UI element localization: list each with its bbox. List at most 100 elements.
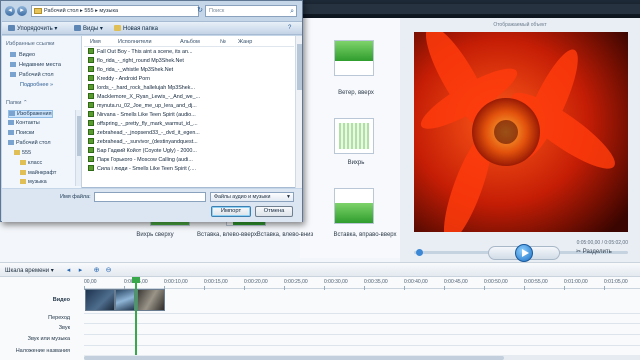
rewind-icon[interactable]: ◂ [64,266,73,275]
help-icon[interactable]: ? [288,25,291,31]
search-icon: ⌕ [290,8,294,15]
tree-item-555[interactable]: 555 [14,150,31,156]
tree-item-minecraft[interactable]: майнкрафт [20,170,56,176]
audio-file-icon [88,48,94,54]
nav-item-recent[interactable]: Недавние места [10,62,61,68]
transition-tile[interactable] [334,188,374,224]
tick-label: 0:00:40,00 [404,279,428,290]
import-file-dialog: ◂ ▸ Рабочий стол ▸ 555 ▸ музыка ↻ Поиск … [0,0,303,222]
folders-header[interactable]: Папки ⌃ [6,100,28,106]
nav-scrollbar[interactable] [75,110,81,186]
nav-item-video[interactable]: Видео [10,52,35,58]
file-row[interactable]: Kreddy - Android Porn [88,75,294,84]
file-row[interactable]: offspring_-_pretty_fly_mark_warmut_id_..… [88,120,294,129]
file-row[interactable]: flo_rida_-_right_round Mp3Shek.Net [88,57,294,66]
audio-file-icon [88,156,94,162]
tree-item-searches[interactable]: Поиски [8,130,34,136]
timeline-scrollbar[interactable] [84,355,640,360]
transition-label: Ветер, вверх [338,90,374,96]
video-clip[interactable] [115,289,135,311]
play-icon[interactable]: ▸ [76,266,85,275]
address-bar[interactable]: Рабочий стол ▸ 555 ▸ музыка [31,5,199,17]
transition-tile[interactable] [334,118,374,154]
search-placeholder: Поиск [209,8,225,14]
column-headers: Имя Исполнители Альбом № Жанр [84,38,294,47]
audio-file-icon [88,120,94,126]
file-row[interactable]: mynuta.ru_02_Joe_me_up_lera_and_dj... [88,102,294,111]
video-clip[interactable] [137,289,165,311]
new-folder-icon [114,25,121,31]
forward-arrow-icon[interactable]: ▸ [17,6,27,16]
breadcrumb-item[interactable]: 555 [84,8,93,14]
tick-label: 0:00:55,00 [524,279,548,290]
file-row[interactable]: lords_-_hard_rock_hallelujah Mp3Shek... [88,84,294,93]
cancel-button[interactable]: Отмена [255,206,293,217]
audio-file-icon [88,75,94,81]
tree-item-desktop[interactable]: Рабочий стол [8,140,51,146]
audio-file-icon [88,147,94,153]
column-header-genre[interactable]: Жанр [238,39,252,45]
breadcrumb-item[interactable]: Рабочий стол [44,8,79,14]
audio-file-icon [88,165,94,171]
new-folder-button[interactable]: Новая папка [114,25,158,32]
transition-label: Вихрь сверху [136,232,174,238]
import-button[interactable]: Импорт [211,206,251,217]
transition-label: Вставка, вправо-вверх [333,232,397,238]
filename-input[interactable] [94,192,206,202]
transition-label: Вихрь [347,160,365,166]
column-header-name[interactable]: Имя [90,39,101,45]
column-header-number[interactable]: № [220,39,226,45]
audio-file-icon [88,84,94,90]
transition-label: Вставка, влево-вверх [197,232,257,238]
favorites-header: Избранные ссылки [6,41,55,47]
play-button[interactable] [515,244,533,262]
file-row[interactable]: Nirvana - Smells Like Teen Spirit (audio… [88,111,294,120]
file-row[interactable]: zebrahead_-_jnopsend33_-_dvd_it_egen... [88,129,294,138]
file-list-scrollbar[interactable] [295,36,302,188]
track-label-music: Звук или музыка [27,336,70,342]
tree-item-pictures[interactable]: Изображения [8,110,53,118]
organize-button[interactable]: Упорядочить ▾ [8,25,57,32]
file-row[interactable]: Сила і люди - Smells Like Teen Spirit (.… [88,165,294,174]
breadcrumb-item[interactable]: музыка [99,8,118,14]
transition-tile[interactable] [334,40,374,76]
track-label-audio: Звук [58,325,70,331]
file-row[interactable]: Macklemore_X_Ryan_Lewis_-_And_we_... [88,93,294,102]
preview-screen [414,32,628,232]
tree-item-class[interactable]: класс [20,160,42,166]
tick-label: 0:01:05,00 [604,279,628,290]
audio-file-icon [88,93,94,99]
tree-item-contacts[interactable]: Контакты [8,120,40,126]
views-button[interactable]: Виды ▾ [74,25,103,32]
zoom-in-icon[interactable]: ⊕ [92,266,101,275]
organize-icon [8,25,15,31]
tick-label: 0:00:10,00 [164,279,188,290]
audio-file-icon [88,102,94,108]
tree-item-music[interactable]: музыка [20,179,47,185]
zoom-out-icon[interactable]: ⊖ [104,266,113,275]
column-header-artists[interactable]: Исполнители [118,39,152,45]
dialog-body: Избранные ссылки Видео Недавние места Ра… [2,36,302,188]
refresh-icon[interactable]: ↻ [195,6,205,16]
search-input[interactable]: Поиск ⌕ [205,5,297,17]
file-row[interactable]: Fall Out Boy - This aint a scene, its an… [88,48,294,57]
tick-label: 0:00:30,00 [324,279,348,290]
tick-label: 0:00:45,00 [444,279,468,290]
video-clip[interactable] [85,289,115,311]
file-row[interactable]: flo_rida_-_whistle Mp3Shek.Net [88,66,294,75]
file-row[interactable]: Бар Гадкий Койот (Coyote Ugly) - 2000... [88,147,294,156]
column-header-album[interactable]: Альбом [180,39,200,45]
playhead[interactable] [132,277,140,360]
file-row[interactable]: zebrahead_-_survivor_(destinyandquest... [88,138,294,147]
seek-knob[interactable] [416,249,423,256]
time-ruler[interactable]: 00,00 0:00:05,00 0:00:10,00 0:00:15,00 0… [84,277,640,290]
filetype-select[interactable]: Файлы аудио и музыки ▼ [210,192,294,202]
timeline-dropdown[interactable]: Шкала времени ▾ [5,267,54,274]
more-link[interactable]: Подробнее » [20,82,53,88]
file-row[interactable]: Парк Горького - Moscow Calling (audi... [88,156,294,165]
track-label-transition: Переход [48,315,70,321]
audio-file-icon [88,111,94,117]
split-button[interactable]: ✂ Разделить [576,248,612,255]
back-arrow-icon[interactable]: ◂ [5,6,15,16]
nav-item-desktop[interactable]: Рабочий стол [10,72,54,78]
